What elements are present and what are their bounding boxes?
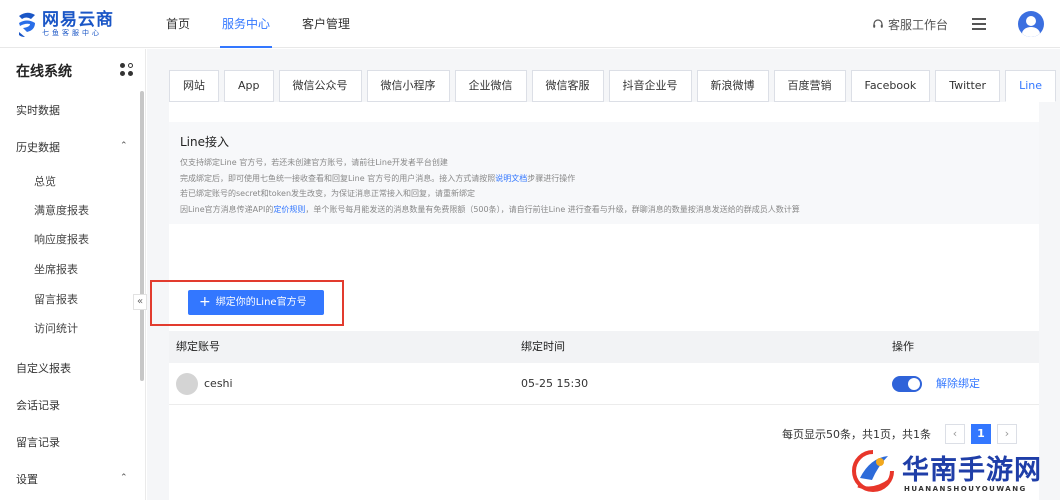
pagination-summary: 每页显示50条，共1页，共1条 [782, 428, 931, 441]
bind-line-account-button[interactable]: + 绑定你的Line官方号 [188, 290, 324, 315]
pagination: 每页显示50条，共1页，共1条 ‹ 1 › [782, 424, 1017, 444]
hamburger-menu-icon[interactable] [972, 18, 986, 30]
sidebar-item-history[interactable]: 历史数据 [16, 139, 60, 155]
watermark-text: 华南手游网 [902, 455, 1042, 486]
sidebar-item-session[interactable]: 会话记录 [16, 397, 60, 413]
header-time: 绑定时间 [521, 340, 565, 353]
app-switcher-icon[interactable] [120, 63, 134, 77]
sidebar-item-settings[interactable]: 设置 [16, 471, 38, 487]
tab-baidu[interactable]: 百度营销 [773, 70, 846, 102]
docs-link[interactable]: 说明文档 [495, 174, 527, 183]
tab-wechat-service[interactable]: 微信客服 [531, 70, 604, 102]
brand-logo[interactable]: 网易云商 七鱼客服中心 [16, 10, 114, 38]
tab-wechat-official[interactable]: 微信公众号 [278, 70, 362, 102]
sidebar-scrollbar[interactable] [140, 91, 144, 381]
tab-douyin[interactable]: 抖音企业号 [608, 70, 692, 102]
sidebar-item-custom-report[interactable]: 自定义报表 [16, 360, 71, 376]
sidebar-item-message-report[interactable]: 留言报表 [34, 291, 78, 307]
main-content: 网站 App 微信公众号 微信小程序 企业微信 微信客服 抖音企业号 新浪微博 … [147, 49, 1060, 500]
main-nav: 首页 服务中心 客户管理 [150, 0, 366, 48]
watermark-subtext: HUANANSHOUYOUWANG [904, 485, 1027, 493]
info-line-1: 仅支持绑定Line 官方号，若还未创建官方账号，请前往Line开发者平台创建 [180, 158, 448, 167]
bind-time: 05-25 15:30 [521, 377, 589, 390]
sidebar-item-satisfaction[interactable]: 满意度报表 [34, 202, 89, 218]
sidebar-item-seat[interactable]: 坐席报表 [34, 261, 78, 277]
user-avatar[interactable] [1018, 11, 1044, 37]
line-panel: Line接入 仅支持绑定Line 官方号，若还未创建官方账号，请前往Line开发… [150, 102, 1039, 500]
next-page-button[interactable]: › [997, 424, 1017, 444]
table-header: 绑定账号 绑定时间 操作 [169, 331, 1039, 363]
tab-facebook[interactable]: Facebook [850, 70, 931, 102]
tab-wechat-miniprogram[interactable]: 微信小程序 [366, 70, 450, 102]
brand-logo-icon [19, 12, 35, 37]
info-line-2: 完成绑定后，即可使用七鱼统一接收查看和回复Line 官方号的用户消息。接入方式请… [180, 173, 576, 183]
tab-line[interactable]: Line [1005, 70, 1056, 102]
watermark-emblem-icon [852, 450, 894, 492]
chevron-up-icon[interactable]: ⌃ [120, 141, 128, 151]
top-header: 网易云商 七鱼客服中心 首页 服务中心 客户管理 客服工作台 [0, 0, 1060, 48]
channel-tabs: 网站 App 微信公众号 微信小程序 企业微信 微信客服 抖音企业号 新浪微博 … [169, 70, 1060, 102]
prev-page-button[interactable]: ‹ [945, 424, 965, 444]
bound-accounts-table: 绑定账号 绑定时间 操作 ceshi 05-25 15:30 解除绑定 [169, 331, 1039, 405]
nav-service-center[interactable]: 服务中心 [206, 0, 286, 48]
tab-website[interactable]: 网站 [169, 70, 219, 102]
info-title: Line接入 [180, 135, 230, 149]
workbench-label: 客服工作台 [887, 17, 948, 32]
sidebar-item-message-record[interactable]: 留言记录 [16, 434, 60, 450]
nav-customer-management[interactable]: 客户管理 [286, 0, 366, 48]
header-account: 绑定账号 [176, 340, 220, 353]
plus-icon: + [199, 294, 211, 310]
header-action: 操作 [892, 340, 914, 353]
site-watermark: 华南手游网 HUANANSHOUYOUWANG [848, 444, 1060, 500]
sidebar-item-realtime[interactable]: 实时数据 [16, 102, 60, 118]
enable-toggle[interactable] [892, 376, 922, 392]
pricing-link[interactable]: 定价规则 [273, 205, 305, 214]
info-line-3: 若已绑定账号的secret和token发生改变，为保证消息正常接入和回复，请重新… [180, 189, 476, 198]
line-info-box: Line接入 仅支持绑定Line 官方号，若还未创建官方账号，请前往Line开发… [169, 122, 1039, 224]
headset-icon [873, 19, 883, 28]
unbind-link[interactable]: 解除绑定 [936, 363, 980, 405]
sidebar-item-overview[interactable]: 总览 [34, 173, 56, 189]
tab-twitter[interactable]: Twitter [935, 70, 1001, 102]
sidebar-item-response[interactable]: 响应度报表 [34, 231, 89, 247]
table-row: ceshi 05-25 15:30 解除绑定 [169, 363, 1039, 405]
sidebar-item-visit[interactable]: 访问统计 [34, 320, 78, 336]
tab-weibo[interactable]: 新浪微博 [696, 70, 769, 102]
nav-home[interactable]: 首页 [150, 0, 206, 48]
tab-app[interactable]: App [224, 70, 274, 102]
account-name: ceshi [204, 377, 233, 390]
agent-workbench-link[interactable]: 客服工作台 [872, 16, 948, 33]
brand-name: 网易云商 [42, 9, 114, 30]
page-1-button[interactable]: 1 [971, 424, 991, 444]
chevron-up-icon[interactable]: ⌃ [120, 473, 128, 483]
collapse-sidebar-button[interactable]: « [133, 294, 147, 310]
tab-wecom[interactable]: 企业微信 [454, 70, 527, 102]
account-avatar [176, 373, 198, 395]
bind-button-label: 绑定你的Line官方号 [215, 297, 307, 308]
brand-subtitle: 七鱼客服中心 [42, 28, 102, 37]
info-line-4: 因Line官方消息传递API的定价规则，单个账号每月能发送的消息数量有免费限额（… [180, 204, 800, 214]
sidebar: 在线系统 实时数据 历史数据 ⌃ 总览 满意度报表 响应度报表 坐席报表 留言报… [0, 49, 147, 500]
sidebar-title: 在线系统 [16, 64, 72, 80]
